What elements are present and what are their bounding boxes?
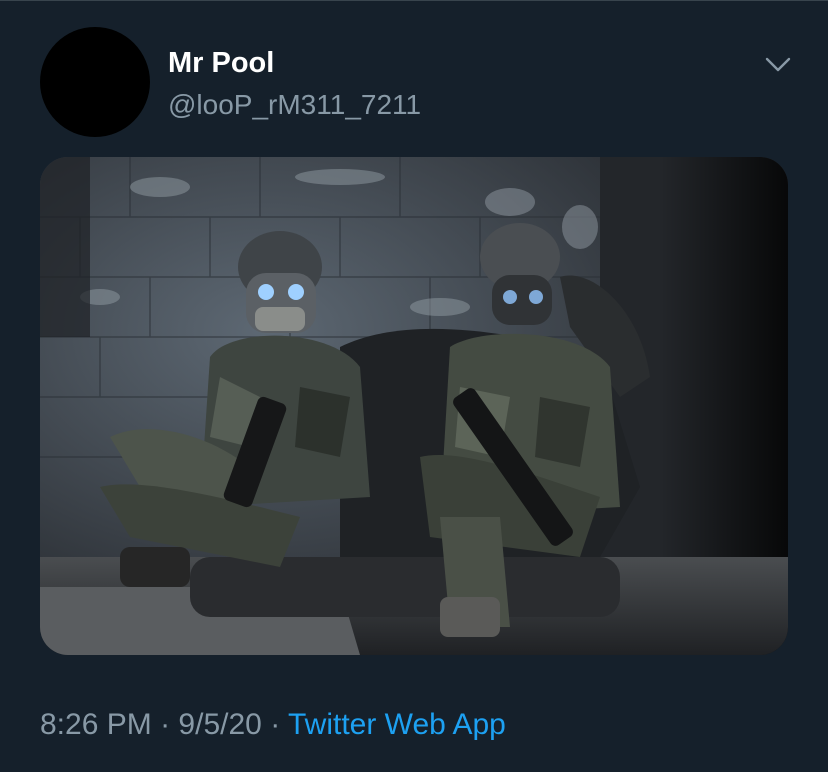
avatar[interactable] — [40, 27, 150, 137]
tweet-source-link[interactable]: Twitter Web App — [288, 708, 506, 741]
meta-separator: · — [160, 708, 171, 741]
user-handle[interactable]: @looP_rM311_7211 — [168, 87, 421, 123]
tweet-card[interactable]: Mr Pool @looP_rM311_7211 8:26 PM · 9/5/2… — [0, 0, 828, 772]
chevron-down-icon — [765, 57, 791, 72]
display-name[interactable]: Mr Pool — [168, 45, 274, 81]
photo-soldiers-image — [40, 157, 788, 655]
tweet-time[interactable]: 8:26 PM — [40, 708, 152, 741]
tweet-timestamp-line: 8:26 PM · 9/5/20 · Twitter Web App — [40, 705, 506, 745]
more-options-button[interactable] — [762, 51, 794, 79]
tweet-photo[interactable] — [40, 157, 788, 655]
meta-separator: · — [270, 708, 281, 741]
tweet-date[interactable]: 9/5/20 — [178, 708, 261, 741]
